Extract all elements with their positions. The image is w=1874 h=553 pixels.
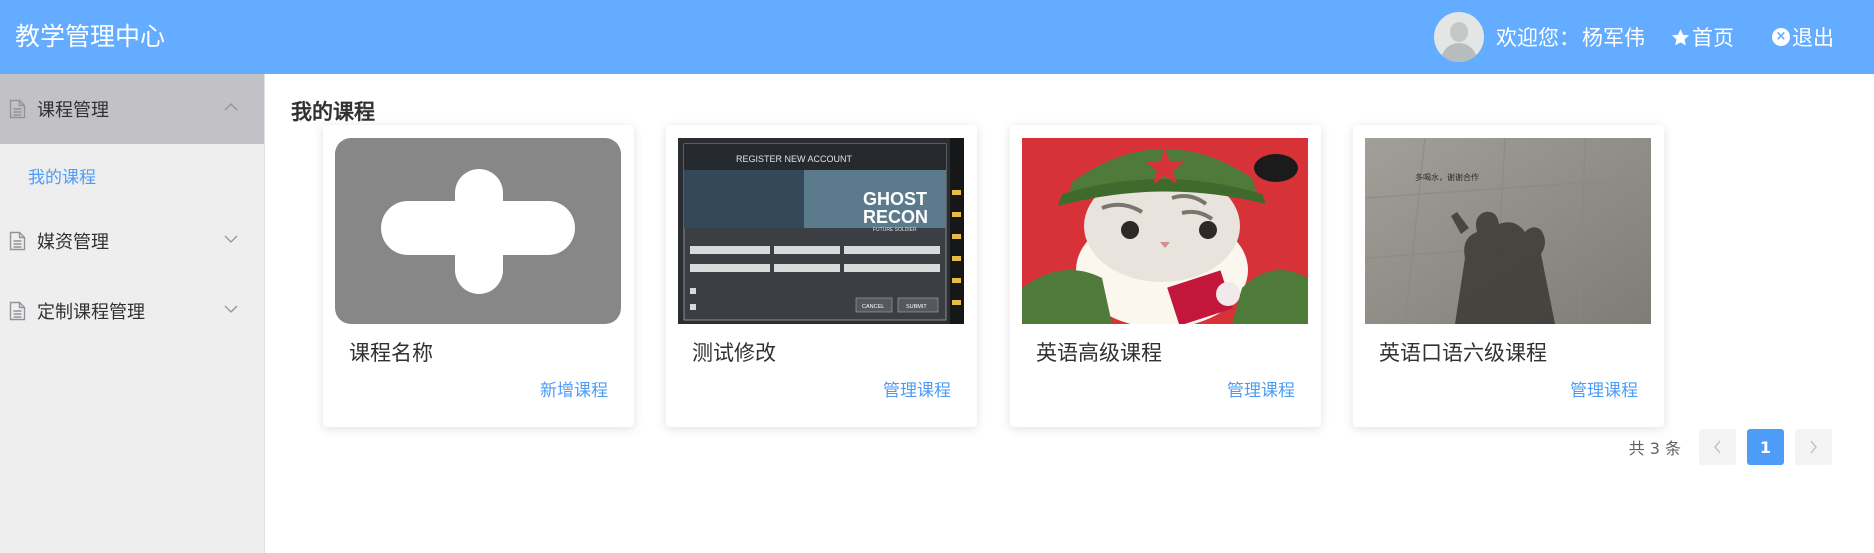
- chevron-down-icon: [224, 235, 238, 243]
- page-title: 我的课程: [291, 100, 375, 124]
- main-content: 我的课程 课程名称 新增课程 REGISTER NEW ACCOUNT GHOS…: [266, 74, 1874, 553]
- chevron-left-icon: [1714, 440, 1721, 454]
- close-circle-icon: ×: [1772, 28, 1790, 46]
- document-icon: [9, 99, 26, 119]
- course-card[interactable]: 英语高级课程 管理课程: [1010, 125, 1321, 427]
- course-card-title: 课程名称: [349, 341, 433, 365]
- page-number-button[interactable]: 1: [1747, 429, 1784, 465]
- course-card[interactable]: REGISTER NEW ACCOUNT GHOST RECON FUTURE …: [666, 125, 977, 427]
- star-icon: [1671, 28, 1690, 47]
- course-card[interactable]: 多喝水，谢谢合作 英语口语六级课程 管理课程: [1353, 125, 1664, 427]
- logout-label: 退出: [1792, 26, 1834, 50]
- sidebar-item-my-courses[interactable]: 我的课程: [0, 144, 264, 206]
- plus-icon[interactable]: [335, 138, 621, 324]
- pagination-total: 共 3 条: [1628, 439, 1681, 458]
- dialog-title: REGISTER NEW ACCOUNT: [736, 154, 853, 164]
- photo-caption: 多喝水，谢谢合作: [1415, 172, 1479, 182]
- manage-course-link[interactable]: 管理课程: [883, 376, 951, 401]
- document-icon: [9, 231, 26, 251]
- top-header: 教学管理中心 欢迎您： 杨军伟 首页 × 退出: [0, 0, 1874, 74]
- course-card-title: 英语口语六级课程: [1379, 341, 1547, 365]
- course-thumbnail-cat: [1022, 138, 1308, 324]
- sidebar-group-label: 定制课程管理: [37, 302, 145, 323]
- pagination: 共 3 条 1: [1629, 429, 1832, 465]
- manage-course-link[interactable]: 管理课程: [1570, 376, 1638, 401]
- logo-ghost: GHOST: [863, 189, 927, 209]
- home-link[interactable]: 首页: [1671, 22, 1734, 52]
- app-title: 教学管理中心: [15, 22, 166, 51]
- course-thumbnail-shadow-photo: 多喝水，谢谢合作: [1365, 138, 1651, 324]
- add-course-link[interactable]: 新增课程: [540, 376, 608, 401]
- sidebar-group-custom-course-management[interactable]: 定制课程管理: [0, 276, 264, 346]
- logout-link[interactable]: × 退出: [1772, 22, 1834, 52]
- manage-course-link[interactable]: 管理课程: [1227, 376, 1295, 401]
- cancel-text: CANCEL: [862, 304, 884, 310]
- avatar: [1434, 12, 1484, 62]
- sidebar-group-course-management[interactable]: 课程管理: [0, 74, 264, 144]
- user-area: 欢迎您： 杨军伟 首页 × 退出: [1434, 0, 1874, 74]
- sidebar-group-media-management[interactable]: 媒资管理: [0, 206, 264, 276]
- chevron-right-icon: [1810, 440, 1817, 454]
- course-card-add[interactable]: 课程名称 新增课程: [323, 125, 634, 427]
- sidebar-group-label: 课程管理: [37, 100, 109, 121]
- welcome-label: 欢迎您：: [1496, 26, 1580, 50]
- submit-text: SUBMIT: [906, 304, 927, 310]
- sidebar-group-label: 媒资管理: [37, 232, 109, 253]
- next-page-button[interactable]: [1795, 429, 1832, 465]
- prev-page-button[interactable]: [1699, 429, 1736, 465]
- logo-recon: RECON: [863, 207, 928, 227]
- document-icon: [9, 301, 26, 321]
- course-thumbnail-game-register: REGISTER NEW ACCOUNT GHOST RECON FUTURE …: [678, 138, 964, 324]
- home-label: 首页: [1692, 26, 1734, 50]
- course-card-title: 测试修改: [692, 341, 776, 365]
- user-name: 杨军伟: [1582, 26, 1645, 50]
- course-card-title: 英语高级课程: [1036, 341, 1162, 365]
- chevron-up-icon: [224, 103, 238, 111]
- logo-sub: FUTURE SOLDIER: [873, 227, 917, 233]
- chevron-down-icon: [224, 305, 238, 313]
- sidebar: 课程管理 我的课程 媒资管理 定制课程管理: [0, 74, 265, 553]
